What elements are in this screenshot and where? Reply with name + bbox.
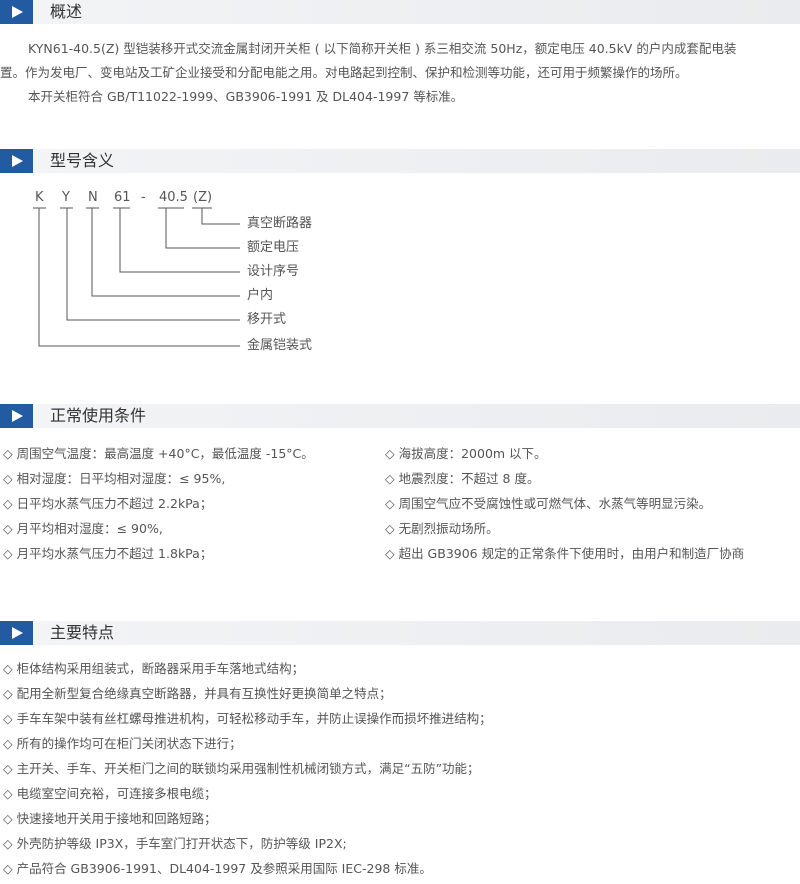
feature-item: ◇ 快速接地开关用于接地和回路短路； [3,811,217,826]
feature-item: ◇ 手车车架中装有丝杠螺母推进机构，可轻松移动手车，并防止误操作而损坏推进结构； [3,711,492,726]
label-withdrawable: 移开式 [247,312,287,327]
condition-item: ◇ 地震烈度：不超过 8 度。 [385,471,540,486]
play-arrow-icon [0,404,33,428]
section-title-model: 型号含义 [50,151,115,170]
feature-item: ◇ 主开关、手车、开关柜门之间的联锁均采用强制性机械闭锁方式，满足“五防”功能； [3,761,480,776]
label-rated-voltage: 额定电压 [247,240,300,255]
label-indoor: 户内 [247,288,274,303]
section-title-features: 主要特点 [50,623,115,642]
condition-item: ◇ 无剧烈振动场所。 [385,521,499,536]
condition-item: ◇ 海拔高度：2000m 以下。 [385,446,547,461]
label-metal-clad: 金属铠装式 [247,338,313,353]
section-header-conditions: 正常使用条件 [0,404,800,428]
feature-item: ◇ 柜体结构采用组装式，断路器采用手车落地式结构； [3,661,305,676]
feature-item: ◇ 所有的操作均可在柜门关闭状态下进行； [3,736,242,751]
section-title-conditions: 正常使用条件 [50,406,147,425]
section-header-features: 主要特点 [0,621,800,645]
model-code-leader-lines [33,207,240,347]
section-header-model: 型号含义 [0,149,800,173]
feature-item: ◇ 产品符合 GB3906-1991、DL404-1997 及参照采用国际 IE… [3,861,432,876]
section-title-overview: 概述 [50,2,83,21]
feature-item: ◇ 电缆室空间充裕，可连接多根电缆； [3,786,217,801]
label-design-number: 设计序号 [247,264,300,279]
play-arrow-icon [0,0,33,24]
model-code-diagram: K Y N 61 - 40.5 (Z) 真空断路器 额定电压 设计序号 户内 移… [0,180,800,370]
feature-item: ◇ 外壳防护等级 IP3X，手车室门打开状态下，防护等级 IP2X; [3,836,347,851]
condition-item: ◇ 月平均水蒸气压力不超过 1.8kPa； [3,546,213,561]
feature-item: ◇ 配用全新型复合绝缘真空断路器，并具有互换性好更换简单之特点； [3,686,392,701]
overview-paragraph-line2: 置。作为发电厂、变电站及工矿企业接受和分配电能之用。对电路起到控制、保护和检测等… [0,65,688,80]
play-arrow-icon [0,621,33,645]
play-arrow-icon [0,149,33,173]
condition-item: ◇ 超出 GB3906 规定的正常条件下使用时，由用户和制造厂协商 [385,546,745,561]
condition-item: ◇ 日平均水蒸气压力不超过 2.2kPa； [3,496,213,511]
overview-paragraph-line1: KYN61-40.5(Z) 型铠装移开式交流金属封闭开关柜 ( 以下简称开关柜 … [28,41,737,56]
section-header-overview: 概述 [0,0,800,24]
condition-item: ◇ 周围空气应不受腐蚀性或可燃气体、水蒸气等明显污染。 [385,496,712,511]
overview-paragraph-standards: 本开关柜符合 GB/T11022-1999、GB3906-1991 及 DL40… [28,89,464,104]
condition-item: ◇ 月平均相对湿度：≤ 90%, [3,521,163,536]
condition-item: ◇ 周围空气温度：最高温度 +40°C，最低温度 -15°C。 [3,446,314,461]
label-vacuum-breaker: 真空断路器 [247,216,313,231]
condition-item: ◇ 相对湿度：日平均相对湿度：≤ 95%, [3,471,226,486]
